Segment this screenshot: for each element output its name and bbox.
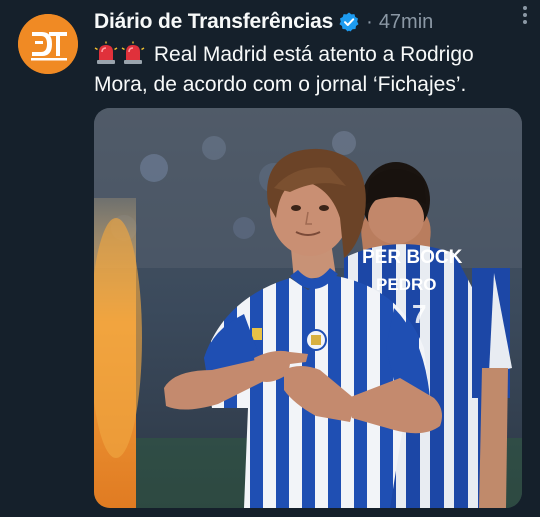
sponsor-text: PER BOCK [362, 247, 463, 268]
header-separator: · [366, 10, 373, 33]
verified-badge-icon [339, 12, 359, 32]
police-light-icon [121, 41, 145, 64]
author-avatar[interactable] [18, 14, 78, 74]
tweet-body-text: Real Madrid está atento a Rodrigo Mora, … [94, 43, 474, 96]
tweet-header: Diário de Transferências · 47min [94, 8, 520, 36]
jersey-name-text: PEDRO [376, 275, 436, 294]
police-light-icon [94, 41, 118, 64]
jersey-number-text: 7 [412, 299, 426, 329]
tweet[interactable]: Diário de Transferências · 47min Real Ma [0, 0, 540, 517]
tweet-media-photo[interactable]: PER BOCK PEDRO 7 [94, 108, 522, 508]
timestamp[interactable]: 47min [379, 11, 433, 34]
author-name[interactable]: Diário de Transferências [94, 10, 333, 34]
football-player-photo: PER BOCK PEDRO 7 [94, 108, 522, 508]
avatar-logo-icon [18, 14, 78, 74]
more-options-icon[interactable] [514, 4, 536, 26]
tweet-text: Real Madrid está atento a Rodrigo Mora, … [94, 40, 524, 100]
